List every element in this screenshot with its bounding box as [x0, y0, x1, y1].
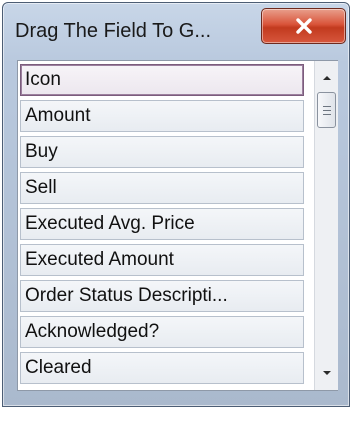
close-button[interactable] — [261, 8, 346, 44]
scroll-thumb[interactable] — [317, 92, 336, 128]
field-chooser-window: Drag The Field To G... Icon Amount Buy Sell… — [2, 2, 350, 407]
field-item[interactable]: Sell — [20, 172, 304, 204]
arrow-down-icon — [322, 371, 331, 375]
field-item[interactable]: Icon — [20, 64, 304, 96]
scroll-up-button[interactable] — [315, 67, 338, 89]
grip-icon — [322, 105, 331, 107]
field-item[interactable]: Executed Avg. Price — [20, 208, 304, 240]
field-item[interactable]: Cleared — [20, 352, 304, 384]
field-list-panel: Icon Amount Buy Sell Executed Avg. Price Exec… — [17, 60, 338, 391]
field-item[interactable]: Buy — [20, 136, 304, 168]
arrow-up-icon — [322, 76, 331, 80]
field-item[interactable]: Acknowledged? — [20, 316, 304, 348]
close-icon — [295, 18, 312, 34]
vertical-scrollbar[interactable] — [314, 61, 338, 390]
field-item[interactable]: Executed Amount — [20, 244, 304, 276]
window-title: Drag The Field To G... — [15, 20, 212, 42]
field-list[interactable]: Icon Amount Buy Sell Executed Avg. Price Exec… — [20, 64, 306, 390]
field-item[interactable]: Order Status Descripti... — [20, 280, 304, 312]
field-item[interactable]: Amount — [20, 100, 304, 132]
title-bar[interactable]: Drag The Field To G... — [3, 3, 349, 59]
scroll-down-button[interactable] — [315, 362, 338, 384]
